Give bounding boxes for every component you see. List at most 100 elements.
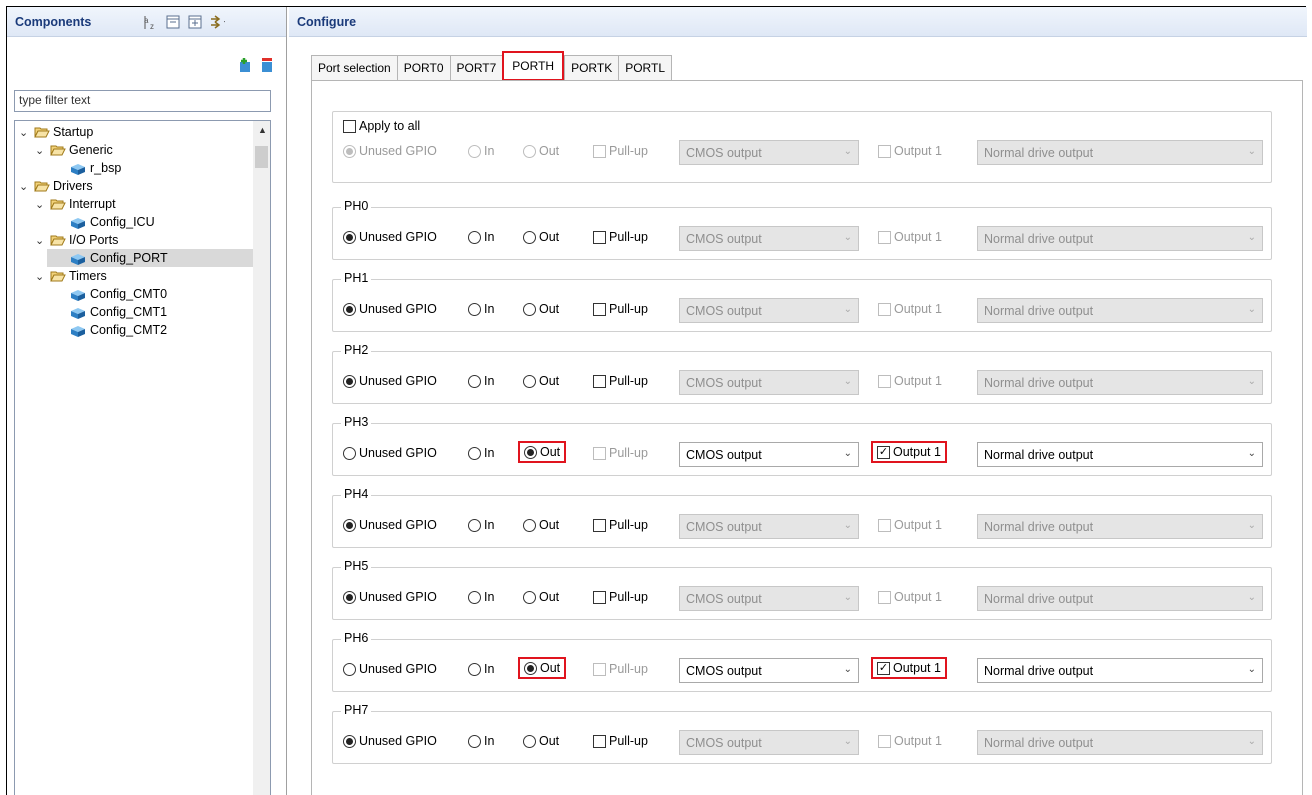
ph7-drive-select[interactable]: Normal drive output ⌄	[977, 730, 1263, 755]
checkbox-icon[interactable]	[878, 590, 891, 604]
ph7-output1-checkbox[interactable]: Output 1	[878, 734, 942, 748]
ph4-in-radio[interactable]: In	[468, 518, 494, 532]
radio-icon[interactable]	[468, 144, 481, 158]
ph7-out-radio[interactable]: Out	[523, 734, 559, 748]
ph5-drive-select[interactable]: Normal drive output ⌄	[977, 586, 1263, 611]
ph0-output-mode-select[interactable]: CMOS output ⌄	[679, 226, 859, 251]
radio-icon[interactable]	[343, 590, 356, 604]
ph3-pullup-checkbox[interactable]: Pull-up	[593, 446, 648, 460]
radio-icon[interactable]	[343, 734, 356, 748]
checkbox-icon[interactable]	[878, 374, 891, 388]
all-output1-checkbox[interactable]: Output 1	[878, 144, 942, 158]
collapse-all-icon[interactable]	[165, 14, 181, 30]
ph1-out-radio[interactable]: Out	[523, 302, 559, 316]
tree-item-interrupt[interactable]: ⌄ Interrupt	[35, 195, 116, 213]
expand-all-icon[interactable]	[187, 14, 203, 30]
scrollbar-thumb[interactable]	[255, 146, 268, 168]
apply-all-checkbox[interactable]: Apply to all	[343, 119, 420, 133]
ph3-in-radio[interactable]: In	[468, 446, 494, 460]
checkbox-icon[interactable]	[878, 518, 891, 532]
scroll-up-icon[interactable]: ▲	[258, 125, 267, 135]
ph6-output-mode-select[interactable]: CMOS output ⌄	[679, 658, 859, 683]
checkbox-icon[interactable]	[593, 302, 606, 316]
radio-icon[interactable]	[343, 446, 356, 460]
ph1-output-mode-select[interactable]: CMOS output ⌄	[679, 298, 859, 323]
sort-alpha-icon[interactable]: az	[143, 14, 159, 30]
radio-icon[interactable]	[343, 144, 356, 158]
checkbox-icon[interactable]	[878, 302, 891, 316]
ph2-unused-radio[interactable]: Unused GPIO	[343, 374, 437, 388]
ph6-out-radio[interactable]: Out	[517, 657, 567, 679]
ph2-drive-select[interactable]: Normal drive output ⌄	[977, 370, 1263, 395]
ph5-output1-checkbox[interactable]: Output 1	[878, 590, 942, 604]
all-unused-radio[interactable]: Unused GPIO	[343, 144, 437, 158]
ph3-drive-select[interactable]: Normal drive output ⌄	[977, 442, 1263, 467]
chevron-down-icon[interactable]: ⌄	[35, 270, 47, 283]
ph2-output1-checkbox[interactable]: Output 1	[878, 374, 942, 388]
radio-icon[interactable]	[523, 374, 536, 388]
radio-icon[interactable]	[468, 302, 481, 316]
checkbox-icon[interactable]	[593, 374, 606, 388]
ph4-out-radio[interactable]: Out	[523, 518, 559, 532]
ph0-pullup-checkbox[interactable]: Pull-up	[593, 230, 648, 244]
radio-icon[interactable]	[523, 518, 536, 532]
checkbox-icon[interactable]: ✓	[877, 445, 890, 459]
ph0-in-radio[interactable]: In	[468, 230, 494, 244]
checkbox-icon[interactable]	[593, 734, 606, 748]
tree-item-startup[interactable]: ⌄ Startup	[19, 123, 93, 141]
checkbox-icon[interactable]	[878, 144, 891, 158]
checkbox-icon[interactable]	[593, 230, 606, 244]
chevron-down-icon[interactable]: ⌄	[35, 234, 47, 247]
ph2-out-radio[interactable]: Out	[523, 374, 559, 388]
ph0-output1-checkbox[interactable]: Output 1	[878, 230, 942, 244]
ph3-output-mode-select[interactable]: CMOS output ⌄	[679, 442, 859, 467]
ph6-unused-radio[interactable]: Unused GPIO	[343, 662, 437, 676]
tree-item-config-cmt0[interactable]: Config_CMT0	[69, 285, 167, 303]
chevron-down-icon[interactable]: ⌄	[35, 144, 47, 157]
ph1-pullup-checkbox[interactable]: Pull-up	[593, 302, 648, 316]
add-component-icon[interactable]	[237, 57, 253, 73]
radio-icon[interactable]	[523, 302, 536, 316]
ph5-out-radio[interactable]: Out	[523, 590, 559, 604]
ph5-pullup-checkbox[interactable]: Pull-up	[593, 590, 648, 604]
ph6-in-radio[interactable]: In	[468, 662, 494, 676]
tree-scrollbar[interactable]: ▲	[253, 121, 270, 795]
radio-icon[interactable]	[523, 144, 536, 158]
view-menu-icon[interactable]	[209, 14, 225, 30]
all-pullup-checkbox[interactable]: Pull-up	[593, 144, 648, 158]
radio-icon[interactable]	[468, 662, 481, 676]
ph2-output-mode-select[interactable]: CMOS output ⌄	[679, 370, 859, 395]
radio-icon[interactable]	[523, 590, 536, 604]
chevron-down-icon[interactable]: ⌄	[35, 198, 47, 211]
ph1-drive-select[interactable]: Normal drive output ⌄	[977, 298, 1263, 323]
radio-icon[interactable]	[468, 446, 481, 460]
ph5-output-mode-select[interactable]: CMOS output ⌄	[679, 586, 859, 611]
tab-portl[interactable]: PORTL	[618, 55, 673, 81]
ph4-pullup-checkbox[interactable]: Pull-up	[593, 518, 648, 532]
tree-item-config-port[interactable]: Config_PORT	[47, 249, 253, 267]
tree-item-config-cmt1[interactable]: Config_CMT1	[69, 303, 167, 321]
ph0-unused-radio[interactable]: Unused GPIO	[343, 230, 437, 244]
checkbox-icon[interactable]	[593, 446, 606, 460]
ph7-output-mode-select[interactable]: CMOS output ⌄	[679, 730, 859, 755]
all-in-radio[interactable]: In	[468, 144, 494, 158]
radio-icon[interactable]	[524, 445, 537, 459]
radio-icon[interactable]	[343, 662, 356, 676]
radio-icon[interactable]	[343, 374, 356, 388]
chevron-down-icon[interactable]: ⌄	[19, 180, 31, 193]
tab-port7[interactable]: PORT7	[449, 55, 503, 81]
all-out-radio[interactable]: Out	[523, 144, 559, 158]
radio-icon[interactable]	[523, 734, 536, 748]
ph4-output-mode-select[interactable]: CMOS output ⌄	[679, 514, 859, 539]
tab-porth[interactable]: PORTH	[502, 51, 565, 81]
radio-icon[interactable]	[468, 590, 481, 604]
ph5-in-radio[interactable]: In	[468, 590, 494, 604]
remove-component-icon[interactable]	[259, 57, 275, 73]
ph5-unused-radio[interactable]: Unused GPIO	[343, 590, 437, 604]
radio-icon[interactable]	[524, 661, 537, 675]
checkbox-icon[interactable]	[878, 734, 891, 748]
radio-icon[interactable]	[343, 302, 356, 316]
tree-item-generic[interactable]: ⌄ Generic	[35, 141, 113, 159]
checkbox-icon[interactable]: ✓	[877, 661, 890, 675]
ph3-output1-checkbox[interactable]: ✓ Output 1	[871, 441, 947, 463]
